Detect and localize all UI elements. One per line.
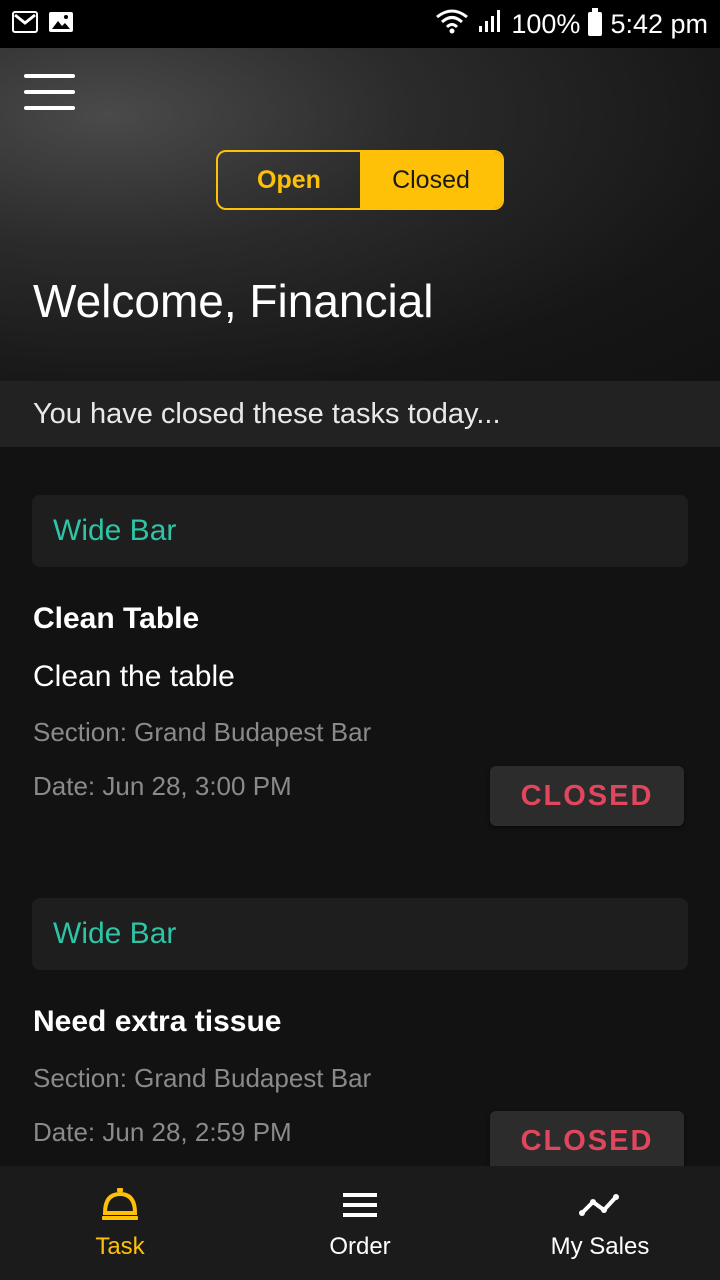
menu-icon[interactable] [24, 74, 75, 112]
toggle-open-button[interactable]: Open [218, 152, 360, 208]
task-section: Section: Grand Budapest Bar [33, 1063, 372, 1093]
subheader-message: You have closed these tasks today... [0, 381, 720, 447]
task-section: Section: Grand Budapest Bar [33, 717, 372, 747]
clock: 5:42 pm [610, 8, 708, 39]
status-bar-right: 100% 5:42 pm [435, 8, 708, 41]
bottom-navigation: Task Order My Sales [0, 1166, 720, 1280]
task-date: Date: Jun 28, 2:59 PM [33, 1117, 292, 1147]
bell-icon [100, 1185, 140, 1225]
task-location: Wide Bar [32, 495, 688, 567]
gmail-icon [12, 10, 38, 38]
nav-label-my-sales: My Sales [550, 1233, 650, 1260]
task-title: Clean Table [33, 602, 200, 635]
image-icon [48, 11, 74, 38]
battery-percent: 100% [511, 8, 581, 39]
task-card[interactable]: Wide Bar Need extra tissue Section: Gran… [0, 898, 720, 1166]
closed-status-button[interactable]: CLOSED [490, 766, 684, 826]
task-description: Clean the table [33, 660, 235, 693]
task-date: Date: Jun 28, 3:00 PM [33, 771, 292, 801]
battery-icon [588, 8, 603, 36]
nav-label-order: Order [329, 1233, 391, 1260]
nav-label-task: Task [95, 1233, 145, 1260]
nav-item-task[interactable]: Task [0, 1166, 240, 1280]
status-bar-left [12, 10, 74, 38]
header: Open Closed Welcome, Financial [0, 48, 720, 381]
toggle-closed-button[interactable]: Closed [360, 152, 502, 208]
task-card[interactable]: Wide Bar Clean Table Clean the table Sec… [0, 495, 720, 835]
closed-status-button[interactable]: CLOSED [490, 1111, 684, 1166]
cell-signal-icon [477, 8, 503, 41]
nav-item-order[interactable]: Order [240, 1166, 480, 1280]
task-title: Need extra tissue [33, 1005, 282, 1038]
chart-line-icon [578, 1185, 622, 1225]
welcome-heading: Welcome, Financial [33, 275, 434, 327]
wifi-icon [435, 8, 469, 41]
task-location: Wide Bar [32, 898, 688, 970]
status-bar: 100% 5:42 pm [0, 0, 720, 48]
list-icon [342, 1185, 378, 1225]
task-status-toggle: Open Closed [216, 150, 504, 210]
nav-item-my-sales[interactable]: My Sales [480, 1166, 720, 1280]
